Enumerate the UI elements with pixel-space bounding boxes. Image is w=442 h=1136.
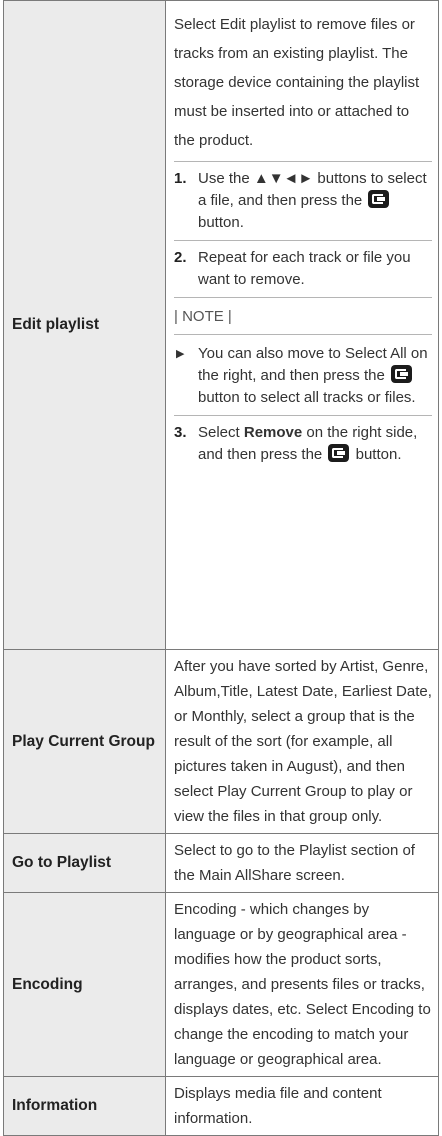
step-1: 1. Use the ▲▼◄► buttons to select a file…: [174, 168, 432, 234]
step-number: 2.: [174, 249, 187, 266]
encoding-desc: Encoding - which changes by language or …: [174, 901, 431, 1068]
table-row: Encoding Encoding - which changes by lan…: [3, 892, 439, 1077]
term-information: Information: [12, 1097, 98, 1114]
table-row: Play Current Group After you have sorted…: [3, 649, 439, 834]
triangle-bullet-icon: ▶: [176, 348, 185, 360]
divider: [174, 297, 432, 298]
edit-playlist-intro: Select Edit playlist to remove files or …: [174, 16, 420, 149]
step-number: 1.: [174, 170, 187, 187]
table-row: Go to Playlist Select to go to the Playl…: [3, 833, 439, 893]
term-cell: Go to Playlist: [3, 833, 166, 893]
desc-cell: Displays media file and content informat…: [165, 1076, 439, 1136]
divider: [174, 161, 432, 162]
information-desc: Displays media file and content informat…: [174, 1085, 382, 1127]
desc-cell: Select to go to the Playlist section of …: [165, 833, 439, 893]
step-text: button.: [355, 446, 402, 463]
note-bullet: ▶ You can also move to Select All on the…: [174, 343, 432, 409]
enter-button-icon: [368, 190, 390, 208]
table-row: Information Displays media file and cont…: [3, 1076, 439, 1136]
term-cell: Encoding: [3, 892, 166, 1077]
term-go-to-playlist: Go to Playlist: [12, 854, 112, 871]
step-bold: Remove: [243, 424, 303, 441]
term-play-current-group: Play Current Group: [12, 732, 155, 750]
options-table: Edit playlist Select Edit playlist to re…: [3, 0, 439, 1136]
step-text: Select: [198, 424, 240, 441]
step-text: Use the ▲▼◄► buttons to select a file, a…: [198, 170, 427, 209]
step-number: 3.: [174, 424, 187, 441]
term-edit-playlist: Edit playlist: [12, 316, 99, 333]
term-encoding: Encoding: [12, 975, 83, 993]
term-cell: Play Current Group: [3, 649, 166, 834]
term-cell: Edit playlist: [3, 0, 166, 650]
divider: [174, 240, 432, 241]
divider: [174, 415, 432, 416]
enter-button-icon: [328, 444, 350, 462]
step-2: 2. Repeat for each track or file you wan…: [174, 247, 432, 291]
step-text: button.: [198, 214, 244, 231]
table-row: Edit playlist Select Edit playlist to re…: [3, 0, 439, 650]
note-label: | NOTE |: [174, 308, 232, 325]
desc-cell: Encoding - which changes by language or …: [165, 892, 439, 1077]
play-current-group-desc: After you have sorted by Artist, Genre, …: [174, 658, 432, 825]
step-3: 3. Select Remove on the right side, and …: [174, 422, 432, 466]
term-cell: Information: [3, 1076, 166, 1136]
desc-cell: After you have sorted by Artist, Genre, …: [165, 649, 439, 834]
desc-cell: Select Edit playlist to remove files or …: [165, 0, 439, 650]
go-to-playlist-desc: Select to go to the Playlist section of …: [174, 842, 415, 884]
step-text: Repeat for each track or file you want t…: [198, 249, 411, 288]
divider: [174, 334, 432, 335]
enter-button-icon: [390, 365, 412, 383]
bullet-text: button to select all tracks or files.: [198, 389, 416, 406]
